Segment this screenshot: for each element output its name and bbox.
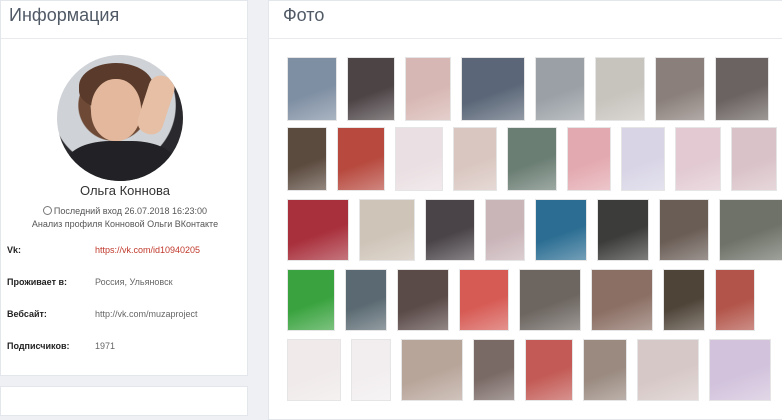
profile-name: Ольга Коннова [79,183,170,198]
photo-thumbnail[interactable] [719,199,782,261]
photo-thumbnail[interactable] [287,127,327,191]
photo-thumbnail[interactable] [287,339,341,401]
photo-thumbnail[interactable] [583,339,627,401]
photo-thumbnail[interactable] [459,269,509,331]
photo-thumbnail[interactable] [525,339,573,401]
photo-thumbnail[interactable] [655,57,705,121]
photo-thumbnail[interactable] [663,269,705,331]
photo-thumbnail[interactable] [401,339,463,401]
avatar[interactable] [57,55,183,181]
profile-link[interactable]: https://vk.com/id10940205 [95,245,200,255]
photo-thumbnail[interactable] [659,199,709,261]
last-seen-line: Последний вход 26.07.2018 16:23:00 [1,206,249,216]
info-row-label: Проживает в: [7,277,68,287]
clock-icon [42,206,52,215]
photo-thumbnail[interactable] [397,269,449,331]
photo-thumbnail[interactable] [715,269,755,331]
photo-thumbnail[interactable] [519,269,581,331]
photo-thumbnail[interactable] [715,57,769,121]
info-title-divider [1,38,247,39]
photo-thumbnail[interactable] [395,127,443,191]
secondary-panel [0,386,248,416]
photo-thumbnail[interactable] [675,127,721,191]
photo-thumbnail[interactable] [405,57,451,121]
photo-thumbnail[interactable] [507,127,557,191]
info-panel-title: Информация [9,5,120,25]
photo-thumbnail[interactable] [347,57,395,121]
photo-thumbnail[interactable] [461,57,525,121]
photos-panel: Фото [268,0,782,420]
photo-thumbnail[interactable] [597,199,649,261]
photo-thumbnail[interactable] [359,199,415,261]
photo-thumbnail[interactable] [485,199,525,261]
info-row-label: Подписчиков: [7,341,70,351]
info-row-value: Россия, Ульяновск [95,277,173,287]
photo-thumbnail[interactable] [637,339,699,401]
photo-thumbnail[interactable] [731,127,777,191]
photos-panel-title: Фото [283,5,325,25]
photo-thumbnail[interactable] [595,57,645,121]
photos-title-divider [269,38,782,39]
photo-thumbnail[interactable] [621,127,665,191]
photo-thumbnail[interactable] [567,127,611,191]
photo-thumbnail[interactable] [287,269,335,331]
photo-thumbnail[interactable] [453,127,497,191]
profile-subtitle: Анализ профиля Конновой Ольги ВКонтакте [31,219,219,229]
photo-thumbnail[interactable] [591,269,653,331]
photo-thumbnail[interactable] [345,269,387,331]
photo-thumbnail[interactable] [709,339,771,401]
photo-thumbnail[interactable] [535,199,587,261]
photo-thumbnail[interactable] [287,57,337,121]
last-seen-text: Последний вход 26.07.2018 16:23:00 [53,206,208,216]
photo-thumbnail[interactable] [287,199,349,261]
photo-thumbnail[interactable] [351,339,391,401]
photo-thumbnail[interactable] [473,339,515,401]
info-row-label: Vk: [7,245,22,255]
info-row-value: http://vk.com/muzaproject [95,309,198,319]
photo-thumbnail[interactable] [337,127,385,191]
photo-thumbnail[interactable] [425,199,475,261]
info-row-label: Вебсайт: [7,309,47,319]
info-row-value: 1971 [95,341,116,351]
info-panel: Информация Ольга Коннова Последний вход … [0,0,248,376]
photo-thumbnail[interactable] [535,57,585,121]
